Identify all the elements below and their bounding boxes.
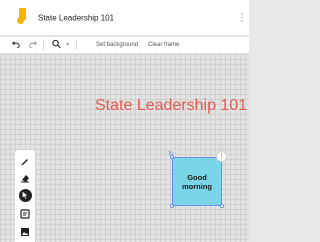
zoom-dropdown-icon[interactable]: ▾ (66, 42, 69, 48)
document-title[interactable]: State Leadership 101 (38, 14, 114, 23)
sticky-note-text: Good morning (182, 172, 212, 191)
jamboard-app: State Leadership 101 ⋮ ▾ Set background … (0, 0, 249, 242)
note-menu-button[interactable]: ⋮ (216, 151, 227, 162)
toolbar-divider (43, 40, 44, 50)
set-background-button[interactable]: Set background (96, 42, 138, 48)
toolbar: ▾ Set background Clear frame (0, 37, 249, 53)
whiteboard-canvas[interactable] (0, 54, 249, 242)
sticky-note-icon[interactable] (15, 206, 35, 222)
canvas-heading-text[interactable]: State Leadership 101 (95, 97, 247, 115)
image-icon[interactable] (15, 224, 35, 240)
app-logo-icon (17, 8, 26, 24)
more-options-button[interactable]: ⋮ (237, 13, 247, 24)
toolbar-divider (76, 40, 77, 50)
resize-handle[interactable] (220, 204, 224, 208)
rotate-handle-icon[interactable]: ↻ (168, 151, 174, 158)
sticky-note-selection[interactable]: Good morning ↻ ⋮ (168, 151, 227, 208)
resize-handle[interactable] (170, 204, 174, 208)
undo-icon[interactable] (12, 40, 20, 50)
redo-icon[interactable] (29, 40, 37, 50)
clear-frame-button[interactable]: Clear frame (148, 42, 179, 48)
pen-icon[interactable] (15, 153, 35, 169)
title-bar: State Leadership 101 ⋮ (0, 0, 249, 36)
zoom-icon[interactable] (52, 39, 61, 51)
select-icon[interactable] (15, 187, 35, 203)
sticky-note[interactable]: Good morning (172, 157, 222, 206)
eraser-icon[interactable] (15, 170, 35, 186)
tool-sidebar (15, 150, 35, 242)
